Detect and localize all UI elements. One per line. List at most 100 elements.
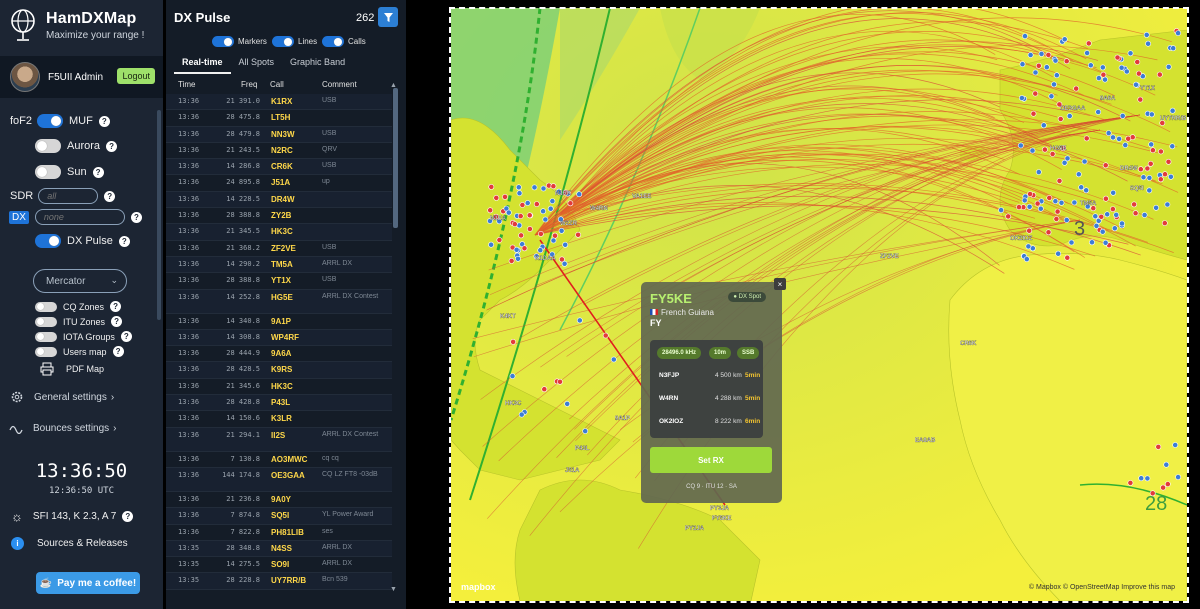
cell-call[interactable]: LT5H bbox=[271, 113, 290, 122]
spotter-marker[interactable] bbox=[1145, 40, 1151, 47]
spotter-marker[interactable] bbox=[1083, 187, 1090, 194]
dx-spot-marker[interactable] bbox=[508, 257, 515, 264]
users-map-toggle[interactable] bbox=[35, 346, 57, 357]
spotter-marker[interactable] bbox=[1102, 239, 1109, 246]
dx-spot-marker[interactable] bbox=[1125, 135, 1132, 142]
spotter-marker[interactable] bbox=[1027, 52, 1034, 58]
table-row[interactable]: 13:36 28 444.9 9A6A bbox=[166, 346, 392, 363]
spotter-marker[interactable] bbox=[1064, 155, 1071, 162]
spotter-marker[interactable] bbox=[1021, 197, 1028, 204]
spotter-marker[interactable] bbox=[1169, 107, 1176, 114]
spotter-marker[interactable] bbox=[513, 246, 520, 253]
spotter-marker[interactable] bbox=[582, 428, 589, 434]
dx-spot-marker[interactable] bbox=[488, 183, 495, 190]
help-icon[interactable]: ? bbox=[130, 211, 142, 223]
cell-call[interactable]: ZF2VE bbox=[271, 244, 296, 253]
spotter-marker[interactable] bbox=[1040, 122, 1047, 129]
tab-real-time[interactable]: Real-time bbox=[174, 54, 231, 74]
spotter-marker[interactable] bbox=[1038, 51, 1045, 57]
spotter-marker[interactable] bbox=[509, 373, 516, 379]
muf-toggle[interactable] bbox=[37, 114, 64, 128]
dx-spot-marker[interactable] bbox=[1110, 206, 1116, 212]
dx-spot-marker[interactable] bbox=[1131, 201, 1137, 208]
cell-call[interactable]: HG5E bbox=[271, 293, 293, 302]
spotter-marker[interactable] bbox=[505, 209, 512, 216]
table-row[interactable]: 13:35 28 348.8 N4SS ARRL DX bbox=[166, 540, 392, 558]
dx-spot-marker[interactable] bbox=[1164, 481, 1171, 487]
filter-button[interactable] bbox=[378, 7, 398, 27]
callsign-label[interactable]: W4RN bbox=[590, 206, 608, 212]
spotter-marker[interactable] bbox=[1071, 199, 1078, 206]
spotter-marker[interactable] bbox=[558, 227, 565, 234]
dx-spot-marker[interactable] bbox=[1098, 213, 1105, 220]
spotter-marker[interactable] bbox=[516, 190, 523, 197]
spotter-marker[interactable] bbox=[610, 356, 617, 363]
spotter-marker[interactable] bbox=[1048, 93, 1055, 100]
spotter-marker[interactable] bbox=[515, 255, 521, 262]
dx-spot-marker[interactable] bbox=[1158, 148, 1164, 155]
cell-call[interactable]: 9A1P bbox=[271, 317, 291, 326]
cell-call[interactable]: N2RC bbox=[271, 146, 293, 155]
spotter-marker[interactable] bbox=[1110, 134, 1116, 141]
spotter-marker[interactable] bbox=[1127, 50, 1134, 57]
spotter-marker[interactable] bbox=[564, 400, 571, 407]
help-icon[interactable]: ? bbox=[112, 346, 124, 357]
spotter-marker[interactable] bbox=[1087, 62, 1094, 69]
spotter-marker[interactable] bbox=[1170, 45, 1177, 52]
table-row[interactable]: 13:36 14 308.8 WP4RF bbox=[166, 329, 392, 347]
table-row[interactable]: 13:36 28 388.8 ZY2B bbox=[166, 208, 392, 225]
table-row[interactable]: 13:36 24 895.8 J51A up bbox=[166, 175, 392, 192]
dx-spot-marker[interactable] bbox=[1147, 160, 1154, 167]
spotter-marker[interactable] bbox=[1092, 213, 1099, 220]
dx-spot-marker[interactable] bbox=[1073, 85, 1080, 92]
cell-call[interactable]: K3LR bbox=[271, 414, 292, 423]
scroll-down-icon[interactable]: ▼ bbox=[390, 586, 397, 593]
cell-call[interactable]: J51A bbox=[271, 178, 290, 187]
logout-button[interactable]: Logout bbox=[117, 68, 155, 84]
cell-call[interactable]: II2S bbox=[271, 431, 285, 440]
dx-spot-marker[interactable] bbox=[1042, 146, 1048, 153]
cell-call[interactable]: WP4RF bbox=[271, 333, 299, 342]
dx-spot-marker[interactable] bbox=[1100, 71, 1107, 78]
spotter-marker[interactable] bbox=[1037, 205, 1044, 212]
cell-call[interactable]: CR6K bbox=[271, 162, 293, 171]
spotter-marker[interactable] bbox=[1123, 68, 1130, 75]
dx-spot-marker[interactable] bbox=[487, 207, 494, 214]
map[interactable]: N1RK W4RN W2ZR K1DAA N1EA VA1EE P43L 9A1P HK3C ZF… bbox=[451, 8, 1187, 601]
callsign-label[interactable]: DR4W bbox=[1120, 166, 1138, 172]
cell-call[interactable]: P43L bbox=[271, 398, 290, 407]
dx-spot-marker[interactable] bbox=[1064, 254, 1071, 261]
spotter-marker[interactable] bbox=[1055, 250, 1062, 257]
calls-toggle[interactable] bbox=[322, 36, 344, 47]
dx-spot-marker[interactable] bbox=[1162, 171, 1168, 178]
table-row[interactable]: 13:36 28 479.8 NN3W USB bbox=[166, 126, 392, 143]
cell-call[interactable]: NN3W bbox=[271, 130, 295, 139]
spotter-marker[interactable] bbox=[1168, 173, 1174, 180]
spotter-marker[interactable] bbox=[1051, 81, 1057, 88]
scroll-up-icon[interactable]: ▲ bbox=[390, 82, 397, 89]
spotter-marker[interactable] bbox=[1133, 81, 1139, 88]
callsign-label[interactable]: 9A6A bbox=[1100, 96, 1116, 102]
table-row[interactable]: 13:36 14 150.6 K3LR bbox=[166, 411, 392, 428]
spotter-marker[interactable] bbox=[1066, 113, 1073, 119]
spotter-marker[interactable] bbox=[562, 241, 569, 248]
callsign-label[interactable]: CR6K bbox=[960, 341, 977, 347]
spotter-marker[interactable] bbox=[1153, 204, 1159, 211]
spotter-marker[interactable] bbox=[524, 200, 531, 206]
spotter-marker[interactable] bbox=[550, 237, 557, 244]
dx-spot-marker[interactable] bbox=[1085, 40, 1092, 47]
spotter-marker[interactable] bbox=[1144, 475, 1151, 482]
dx-spot-marker[interactable] bbox=[575, 231, 581, 238]
spotter-marker[interactable] bbox=[1063, 217, 1070, 223]
itu-zones-toggle[interactable] bbox=[35, 316, 57, 327]
dx-spot-marker[interactable] bbox=[1005, 213, 1012, 220]
cq-zones-toggle[interactable] bbox=[35, 301, 57, 312]
dx-spot-marker[interactable] bbox=[1027, 191, 1033, 197]
table-row[interactable]: 13:36 7 822.8 PH81LIB ses bbox=[166, 525, 392, 541]
dx-spot-marker[interactable] bbox=[502, 193, 508, 200]
spotter-marker[interactable] bbox=[1102, 76, 1108, 83]
cell-call[interactable]: PH81LIB bbox=[271, 528, 304, 537]
tab-graphic-band[interactable]: Graphic Band bbox=[282, 54, 353, 74]
callsign-label[interactable]: OK2IOZ bbox=[1010, 236, 1033, 242]
spotter-marker[interactable] bbox=[1172, 442, 1179, 448]
